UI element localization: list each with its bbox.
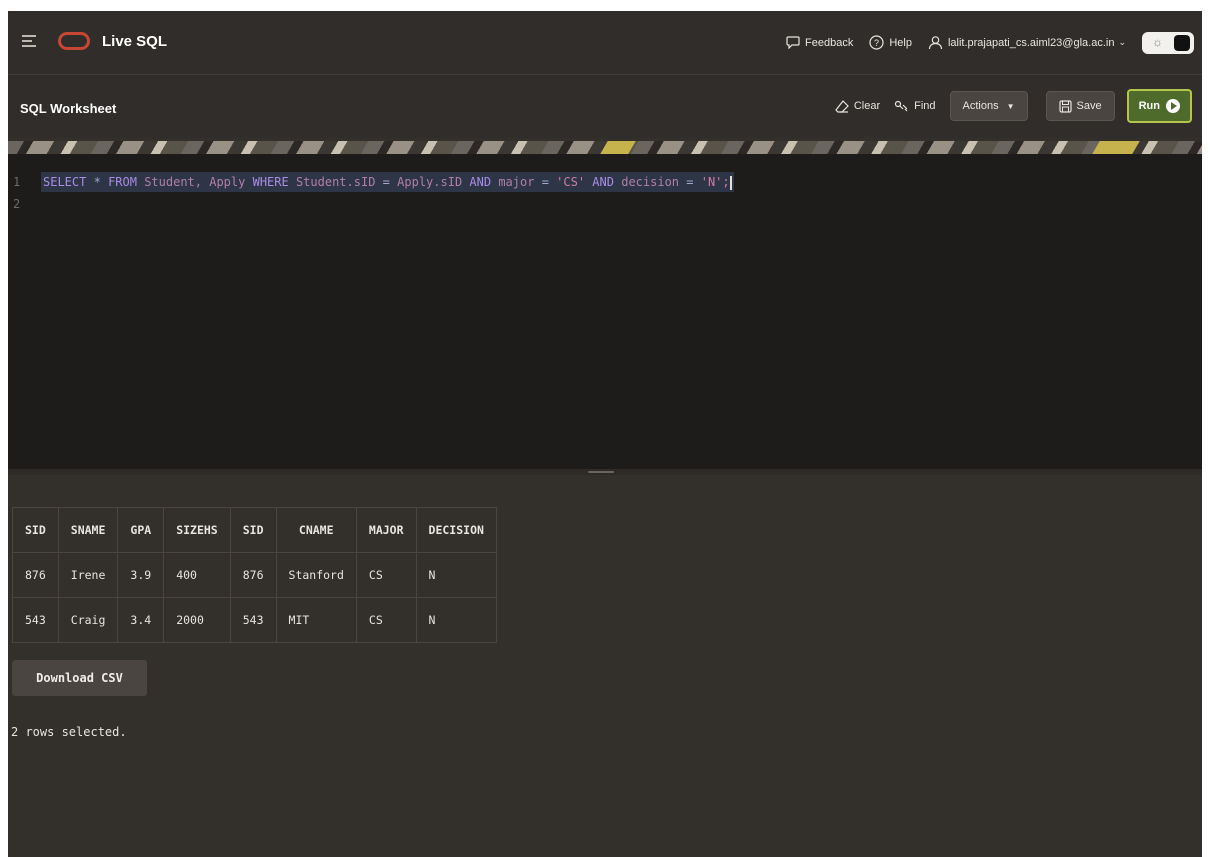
save-label: Save xyxy=(1076,100,1102,112)
save-button[interactable]: Save xyxy=(1045,91,1115,121)
column-header: SIZEHS xyxy=(163,507,231,553)
run-icon xyxy=(1166,99,1180,113)
text-cursor xyxy=(729,175,732,190)
app-title: Live SQL xyxy=(102,33,168,50)
table-cell: MIT xyxy=(275,597,357,643)
feedback-link[interactable]: Feedback xyxy=(786,36,853,49)
sql-token: Apply.sID xyxy=(397,175,463,189)
find-button[interactable]: Find xyxy=(894,100,936,113)
table-cell: CS xyxy=(355,552,417,598)
help-link[interactable]: ? Help xyxy=(869,35,912,50)
table-cell: N xyxy=(415,597,497,643)
help-icon: ? xyxy=(869,35,884,50)
run-button[interactable]: Run xyxy=(1126,89,1192,123)
feedback-icon xyxy=(786,36,800,49)
user-icon xyxy=(928,36,943,50)
table-cell: 543 xyxy=(12,597,59,643)
actions-label: Actions xyxy=(962,100,999,112)
svg-text:?: ? xyxy=(874,38,879,48)
user-menu[interactable]: lalit.prajapati_cs.aiml23@gla.ac.in ⌄ xyxy=(928,35,1126,50)
sql-token: * xyxy=(93,175,101,189)
column-header: CNAME xyxy=(275,507,357,553)
table-cell: Irene xyxy=(57,552,119,598)
sql-token: 'CS' xyxy=(556,175,586,189)
table-cell: 400 xyxy=(163,552,231,598)
eraser-icon xyxy=(835,99,849,113)
table-cell: 543 xyxy=(229,597,277,643)
theme-toggle[interactable]: ☼ xyxy=(1142,31,1194,54)
table-cell: 2000 xyxy=(163,597,231,643)
chevron-down-icon: ⌄ xyxy=(1118,37,1126,47)
sql-token: = xyxy=(541,175,549,189)
table-cell: 876 xyxy=(229,552,277,598)
header-actions: Feedback ? Help lalit.prajapati_cs.aiml2… xyxy=(786,11,1202,74)
column-header: GPA xyxy=(117,507,165,553)
toggle-knob xyxy=(1174,34,1190,51)
worksheet-toolbar: SQL Worksheet Clear Find Actions ▼ Save … xyxy=(8,75,1202,138)
table-cell: Stanford xyxy=(275,552,357,598)
sql-code[interactable]: SELECT * FROM Student, Apply WHERE Stude… xyxy=(41,172,734,192)
sql-token: AND xyxy=(469,175,492,189)
table-cell: 876 xyxy=(12,552,59,598)
oracle-logo[interactable] xyxy=(58,32,90,50)
column-header: SID xyxy=(229,507,277,553)
hamburger-icon[interactable] xyxy=(22,35,36,48)
splitter-grip-icon[interactable] xyxy=(588,471,614,473)
table-cell: 3.9 xyxy=(117,552,165,598)
column-header: DECISION xyxy=(415,507,497,553)
sql-token: = xyxy=(382,175,390,189)
worksheet-title: SQL Worksheet xyxy=(20,101,117,116)
line-number: 1 xyxy=(13,175,21,189)
find-label: Find xyxy=(914,100,936,112)
rows-selected-status: 2 rows selected. xyxy=(11,725,127,739)
results-table: SID SNAME GPA SIZEHS SID CNAME MAJOR DEC… xyxy=(12,507,497,643)
clear-button[interactable]: Clear xyxy=(835,99,881,113)
download-csv-button[interactable]: Download CSV xyxy=(12,660,147,696)
line-number: 2 xyxy=(13,197,21,211)
clear-label: Clear xyxy=(853,100,881,112)
table-row: 876 Irene 3.9 400 876 Stanford CS N xyxy=(12,552,497,598)
table-cell: N xyxy=(415,552,497,598)
table-cell: Craig xyxy=(57,597,119,643)
user-email: lalit.prajapati_cs.aiml23@gla.ac.in xyxy=(947,36,1115,49)
toolbar-actions: Clear Find Actions ▼ Save Run xyxy=(821,89,1192,123)
top-header: Live SQL Feedback ? Help lalit.prajapati… xyxy=(8,11,1202,75)
sql-token: 'N'; xyxy=(700,175,730,189)
results-pane: SID SNAME GPA SIZEHS SID CNAME MAJOR DEC… xyxy=(8,475,1202,857)
sql-token: major xyxy=(498,175,535,189)
find-icon xyxy=(895,100,908,111)
table-cell: 3.4 xyxy=(117,597,165,643)
table-cell: CS xyxy=(355,597,417,643)
table-header-row: SID SNAME GPA SIZEHS SID CNAME MAJOR DEC… xyxy=(12,507,497,553)
sql-token: AND xyxy=(592,175,614,189)
save-icon xyxy=(1058,99,1072,113)
chevron-down-icon: ▼ xyxy=(1006,101,1015,111)
column-header: MAJOR xyxy=(355,507,417,553)
run-label: Run xyxy=(1138,100,1160,112)
sql-token: Student.sID xyxy=(295,175,376,189)
sql-token: SELECT xyxy=(43,175,87,189)
sql-token: = xyxy=(686,175,694,189)
actions-menu-button[interactable]: Actions ▼ xyxy=(949,91,1028,121)
column-header: SNAME xyxy=(57,507,119,553)
live-sql-app: Live SQL Feedback ? Help lalit.prajapati… xyxy=(8,11,1202,857)
sql-editor[interactable]: 1 SELECT * FROM Student, Apply WHERE Stu… xyxy=(8,154,1202,469)
sql-token: Student, xyxy=(144,175,202,189)
decorative-pattern-strip xyxy=(8,141,1202,154)
sql-token: WHERE xyxy=(252,175,289,189)
sun-icon: ☼ xyxy=(1152,34,1163,49)
sql-token: FROM xyxy=(108,175,137,189)
column-header: SID xyxy=(12,507,59,553)
table-row: 543 Craig 3.4 2000 543 MIT CS N xyxy=(12,597,497,643)
sql-token: Apply xyxy=(209,175,246,189)
sql-token: decision xyxy=(621,175,680,189)
help-label: Help xyxy=(889,36,912,49)
feedback-label: Feedback xyxy=(805,36,854,49)
